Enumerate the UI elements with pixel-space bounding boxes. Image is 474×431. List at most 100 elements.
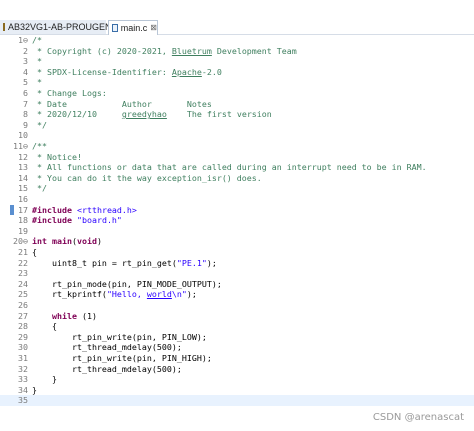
code-line[interactable]: 6 * Change Logs: <box>0 88 474 99</box>
code-token: * 2020/12/10 <box>32 109 122 120</box>
code-line[interactable]: 12 * Notice! <box>0 152 474 163</box>
line-number: 28 <box>18 321 28 332</box>
code-token: int <box>32 236 52 247</box>
code-line[interactable]: 11⊖ /** <box>0 141 474 152</box>
tab-main-c[interactable]: main.c ⊠ <box>108 20 158 35</box>
code-token: * Notice! <box>32 151 82 162</box>
close-tab-icon[interactable]: ⊠ <box>150 21 157 35</box>
code-line[interactable]: 22 uint8_t pin = rt_pin_get("PE.1"); <box>0 258 474 269</box>
code-line[interactable]: 26 <box>0 300 474 311</box>
code-line[interactable]: 13 * All functions or data that are call… <box>0 162 474 173</box>
code-line[interactable]: 14 * You can do it the way exception_isr… <box>0 173 474 184</box>
line-number: 23 <box>18 268 28 279</box>
code-text: rt_thread_mdelay(500); <box>32 364 182 375</box>
code-line[interactable]: 15 */ <box>0 183 474 194</box>
code-line[interactable]: 25 rt_kprintf("Hello, world\n"); <box>0 289 474 300</box>
code-text: * <box>32 56 42 67</box>
code-line[interactable]: 33 } <box>0 374 474 385</box>
code-token: * All functions or data that are called … <box>32 162 427 173</box>
code-token: #include <box>32 204 77 215</box>
code-line[interactable]: 16 <box>0 194 474 205</box>
code-token: Bluetrum <box>171 45 212 56</box>
project-folder-icon <box>3 23 5 31</box>
code-token: rt_pin_write(pin, PIN_HIGH); <box>32 353 212 363</box>
line-number: 27 <box>18 310 28 321</box>
line-number: 14 <box>18 172 28 183</box>
code-token: "board.h" <box>76 215 122 226</box>
code-text: * Change Logs: <box>32 88 107 99</box>
code-token: world <box>146 289 172 300</box>
c-source-file-icon <box>112 24 118 32</box>
code-line[interactable]: 3 * <box>0 56 474 67</box>
code-text: rt_thread_mdelay(500); <box>32 342 182 353</box>
code-token: The first version <box>166 109 272 120</box>
code-line[interactable]: 17 #include <rtthread.h> <box>0 205 474 216</box>
code-token: "Hello, <box>106 289 147 300</box>
code-line[interactable]: 5 * <box>0 77 474 88</box>
code-token: rt_kprintf( <box>32 289 107 300</box>
code-line[interactable]: 27 while (1) <box>0 311 474 322</box>
line-number: 29 <box>18 331 28 342</box>
code-text: { <box>32 247 37 258</box>
code-line[interactable]: 34} <box>0 385 474 396</box>
code-line[interactable]: 1⊖ /* <box>0 35 474 46</box>
tab-project-label: AB32VG1-AB-PROUGEN <box>8 22 112 32</box>
code-line[interactable]: 18 #include "board.h" <box>0 215 474 226</box>
line-number: 3 <box>23 56 28 67</box>
code-line[interactable]: 9 */ <box>0 120 474 131</box>
line-number: 18 <box>18 215 28 226</box>
code-line[interactable]: 24 rt_pin_mode(pin, PIN_MODE_OUTPUT); <box>0 279 474 290</box>
code-text: } <box>32 374 57 385</box>
code-line[interactable]: 35 <box>0 395 474 406</box>
code-text: #include "board.h" <box>32 215 122 226</box>
code-line[interactable]: 31 rt_pin_write(pin, PIN_HIGH); <box>0 353 474 364</box>
code-token: #include <box>32 215 77 226</box>
code-text: * You can do it the way exception_isr() … <box>32 173 262 184</box>
code-token: * Date Author Notes <box>32 98 212 109</box>
line-number: 13 <box>18 162 28 173</box>
line-number: 15 <box>18 183 28 194</box>
line-number: 8 <box>23 109 28 120</box>
code-line[interactable]: 4 * SPDX-License-Identifier: Apache-2.0 <box>0 67 474 78</box>
code-line[interactable]: 7 * Date Author Notes <box>0 99 474 110</box>
code-token: /* <box>32 35 42 45</box>
code-token: * SPDX-License-Identifier: <box>32 66 172 77</box>
code-text: * 2020/12/10 greedyhao The first version <box>32 109 272 120</box>
code-line[interactable]: 29 rt_pin_write(pin, PIN_LOW); <box>0 332 474 343</box>
code-line[interactable]: 10 <box>0 130 474 141</box>
code-text: #include <rtthread.h> <box>32 205 137 216</box>
code-text: rt_pin_mode(pin, PIN_MODE_OUTPUT); <box>32 279 222 290</box>
code-token: <rtthread.h> <box>76 204 137 215</box>
watermark-text: CSDN @arenascat <box>372 412 464 423</box>
line-number: 12 <box>18 151 28 162</box>
line-number: 35 <box>18 395 28 406</box>
code-token: \n" <box>171 289 187 300</box>
code-line[interactable]: 21 { <box>0 247 474 258</box>
code-line[interactable]: 23 <box>0 268 474 279</box>
code-line[interactable]: 28 { <box>0 321 474 332</box>
code-line[interactable]: 20⊖ int main(void) <box>0 236 474 247</box>
code-token: } <box>32 374 57 385</box>
code-line[interactable]: 30 rt_thread_mdelay(500); <box>0 342 474 353</box>
code-token: ); <box>206 257 217 268</box>
code-text: /** <box>32 141 47 152</box>
code-token: * <box>32 77 42 88</box>
line-number: 25 <box>18 289 28 300</box>
code-token: ); <box>186 289 197 300</box>
code-text: * Copyright (c) 2020-2021, Bluetrum Deve… <box>32 46 297 57</box>
code-text: } <box>32 385 37 396</box>
tab-project[interactable]: AB32VG1-AB-PROUGEN <box>0 20 112 34</box>
code-token: main <box>51 236 72 247</box>
line-number: 4 <box>23 66 28 77</box>
code-token: /** <box>32 141 47 151</box>
code-line[interactable]: 2 * Copyright (c) 2020-2021, Bluetrum De… <box>0 46 474 57</box>
code-text: rt_pin_write(pin, PIN_LOW); <box>32 332 207 343</box>
code-line[interactable]: 8 * 2020/12/10 greedyhao The first versi… <box>0 109 474 120</box>
code-text: * Notice! <box>32 152 82 163</box>
code-editor[interactable]: 1⊖/* 2 * Copyright (c) 2020-2021, Bluetru… <box>0 35 474 431</box>
line-number: 22 <box>18 257 28 268</box>
code-token: void <box>76 236 97 247</box>
code-token: (1) <box>81 310 97 321</box>
code-line[interactable]: 32 rt_thread_mdelay(500); <box>0 364 474 375</box>
code-line[interactable]: 19 <box>0 226 474 237</box>
